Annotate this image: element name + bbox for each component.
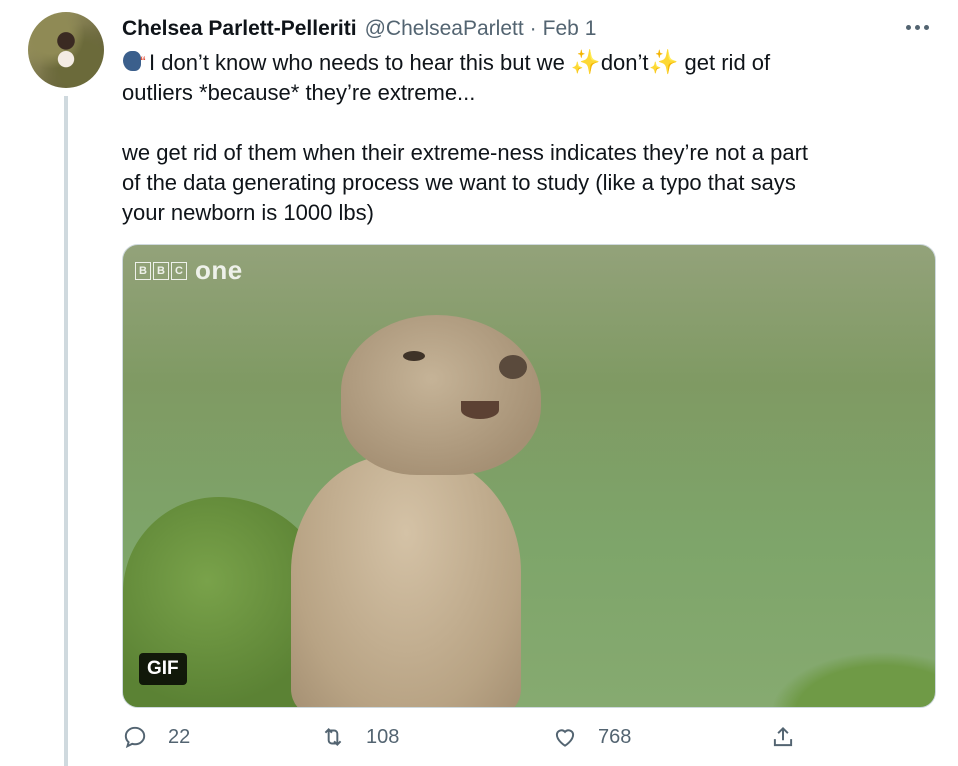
avatar[interactable]: [28, 12, 104, 88]
author-name[interactable]: Chelsea Parlett-Pelleriti: [122, 17, 357, 41]
thread-line: [64, 96, 68, 766]
reply-icon: [124, 726, 146, 749]
tweet-header: Chelsea Parlett-Pelleriti @ChelseaParlet…: [122, 12, 596, 46]
more-icon[interactable]: [900, 14, 934, 40]
separator-dot: ·: [529, 17, 537, 40]
retweet-count: 108: [366, 725, 400, 748]
text-para2-line2: of the data generating process we want t…: [122, 170, 796, 195]
tweet-date[interactable]: Feb 1: [543, 17, 597, 41]
text-dont: don’t: [600, 50, 649, 75]
share-icon: [773, 726, 793, 747]
paragraph-2: we get rid of them when their extreme-ne…: [122, 138, 932, 228]
bbc-one-logo: B B Cone: [135, 255, 243, 286]
gif-media[interactable]: B B Cone GIF: [122, 244, 936, 708]
text-line2: outliers *because* they’re extreme...: [122, 80, 476, 105]
tweet-actions: 22 108 768: [122, 718, 934, 756]
marmot-graphic: [291, 315, 551, 707]
reply-button[interactable]: 22: [122, 718, 190, 756]
retweet-icon: [324, 728, 342, 746]
tweet-text: “I don’t know who needs to hear this but…: [122, 48, 932, 228]
reply-count: 22: [168, 725, 191, 748]
text-line1-pre: I don’t know who needs to hear this but …: [149, 50, 571, 75]
like-count: 768: [598, 725, 632, 748]
author-handle[interactable]: @ChelseaParlett: [365, 17, 524, 41]
paragraph-1: “I don’t know who needs to hear this but…: [122, 48, 932, 108]
text-para2-line1: we get rid of them when their extreme-ne…: [122, 140, 809, 165]
retweet-button[interactable]: 108: [320, 718, 399, 756]
text-para2-line3: your newborn is 1000 lbs): [122, 200, 374, 225]
like-button[interactable]: 768: [552, 718, 631, 756]
gif-badge: GIF: [139, 653, 187, 685]
share-button[interactable]: [770, 718, 796, 756]
sparkle-icon: ✨: [570, 49, 601, 76]
text-line1-post: get rid of: [678, 50, 771, 75]
speaking-head-icon: “: [122, 49, 148, 75]
sparkle-icon: ✨: [648, 49, 679, 76]
heart-icon: [555, 729, 575, 747]
